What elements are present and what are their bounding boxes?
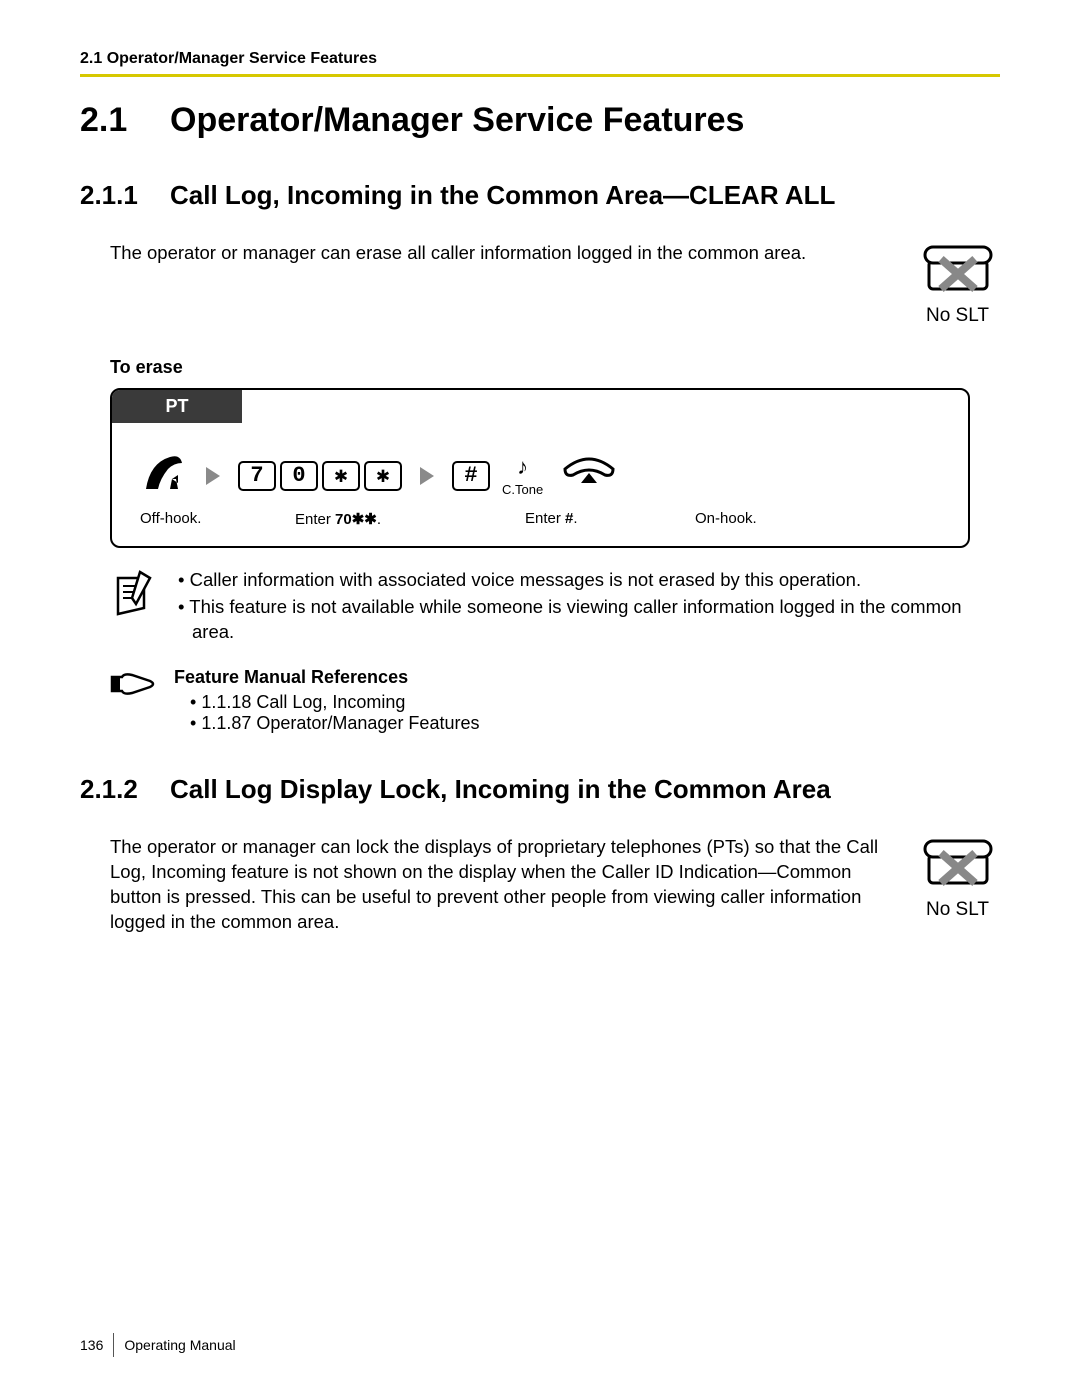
caption-on-hook: On-hook. (695, 510, 757, 528)
subsection-number-1: 2.1.1 (80, 180, 170, 211)
subsection-heading-2: 2.1.2Call Log Display Lock, Incoming in … (80, 774, 1000, 805)
page-footer: 136 Operating Manual (80, 1333, 236, 1357)
dial-keys: 7 0 ✱ ✱ (238, 461, 402, 491)
references-title: Feature Manual References (174, 667, 479, 688)
section-number: 2.1 (80, 101, 170, 140)
intro-paragraph-2: The operator or manager can lock the dis… (110, 835, 895, 935)
note-item: Caller information with associated voice… (178, 568, 970, 593)
caption-off-hook: Off-hook. (140, 510, 295, 528)
manual-name: Operating Manual (124, 1337, 235, 1353)
intro-paragraph-1: The operator or manager can erase all ca… (110, 241, 895, 266)
key-7: 7 (238, 461, 276, 491)
pt-tab: PT (112, 390, 242, 423)
confirmation-tone-icon: ♪ C.Tone (502, 454, 543, 497)
step-captions: Off-hook. Enter 70✱✱. Enter #. On-hook. (112, 510, 968, 546)
note-item: This feature is not available while some… (178, 595, 970, 645)
key-star-1: ✱ (322, 461, 360, 491)
caption-enter-code: Enter 70✱✱. (295, 510, 525, 528)
running-header: 2.1 Operator/Manager Service Features (80, 50, 1000, 68)
no-slt-block-1: No SLT (915, 241, 1000, 327)
key-0: 0 (280, 461, 318, 491)
section-title-text: Operator/Manager Service Features (170, 101, 744, 139)
reference-item: 1.1.18 Call Log, Incoming (174, 692, 479, 713)
page-number: 136 (80, 1337, 103, 1353)
music-note-icon: ♪ (502, 454, 543, 480)
no-slt-label-2: No SLT (915, 899, 1000, 921)
phone-crossed-icon (923, 877, 993, 894)
pointing-hand-icon (110, 667, 160, 704)
arrow-icon (420, 467, 434, 485)
off-hook-icon (140, 449, 188, 502)
section-heading: 2.1Operator/Manager Service Features (80, 101, 1000, 140)
arrow-icon (206, 467, 220, 485)
footer-divider (113, 1333, 114, 1357)
no-slt-label-1: No SLT (915, 305, 1000, 327)
caption-enter-hash: Enter #. (525, 510, 695, 528)
on-hook-icon (561, 453, 617, 498)
notepad-icon (110, 568, 160, 625)
key-hash: # (452, 461, 490, 491)
key-star-2: ✱ (364, 461, 402, 491)
references-list: 1.1.18 Call Log, Incoming 1.1.87 Operato… (174, 692, 479, 734)
no-slt-block-2: No SLT (915, 835, 1000, 921)
procedure-box: PT 7 0 ✱ ✱ # ♪ C.Tone (110, 388, 970, 548)
subsection-title-text-2: Call Log Display Lock, Incoming in the C… (170, 774, 831, 804)
subsection-number-2: 2.1.2 (80, 774, 170, 805)
subsection-heading-1: 2.1.1Call Log, Incoming in the Common Ar… (80, 180, 1000, 211)
subsection-title-text-1: Call Log, Incoming in the Common Area—CL… (170, 180, 835, 210)
to-erase-label: To erase (110, 357, 1000, 378)
phone-crossed-icon (923, 283, 993, 300)
ctone-label: C.Tone (502, 482, 543, 497)
notes-list: Caller information with associated voice… (178, 568, 970, 647)
reference-item: 1.1.87 Operator/Manager Features (174, 713, 479, 734)
header-rule (80, 74, 1000, 77)
